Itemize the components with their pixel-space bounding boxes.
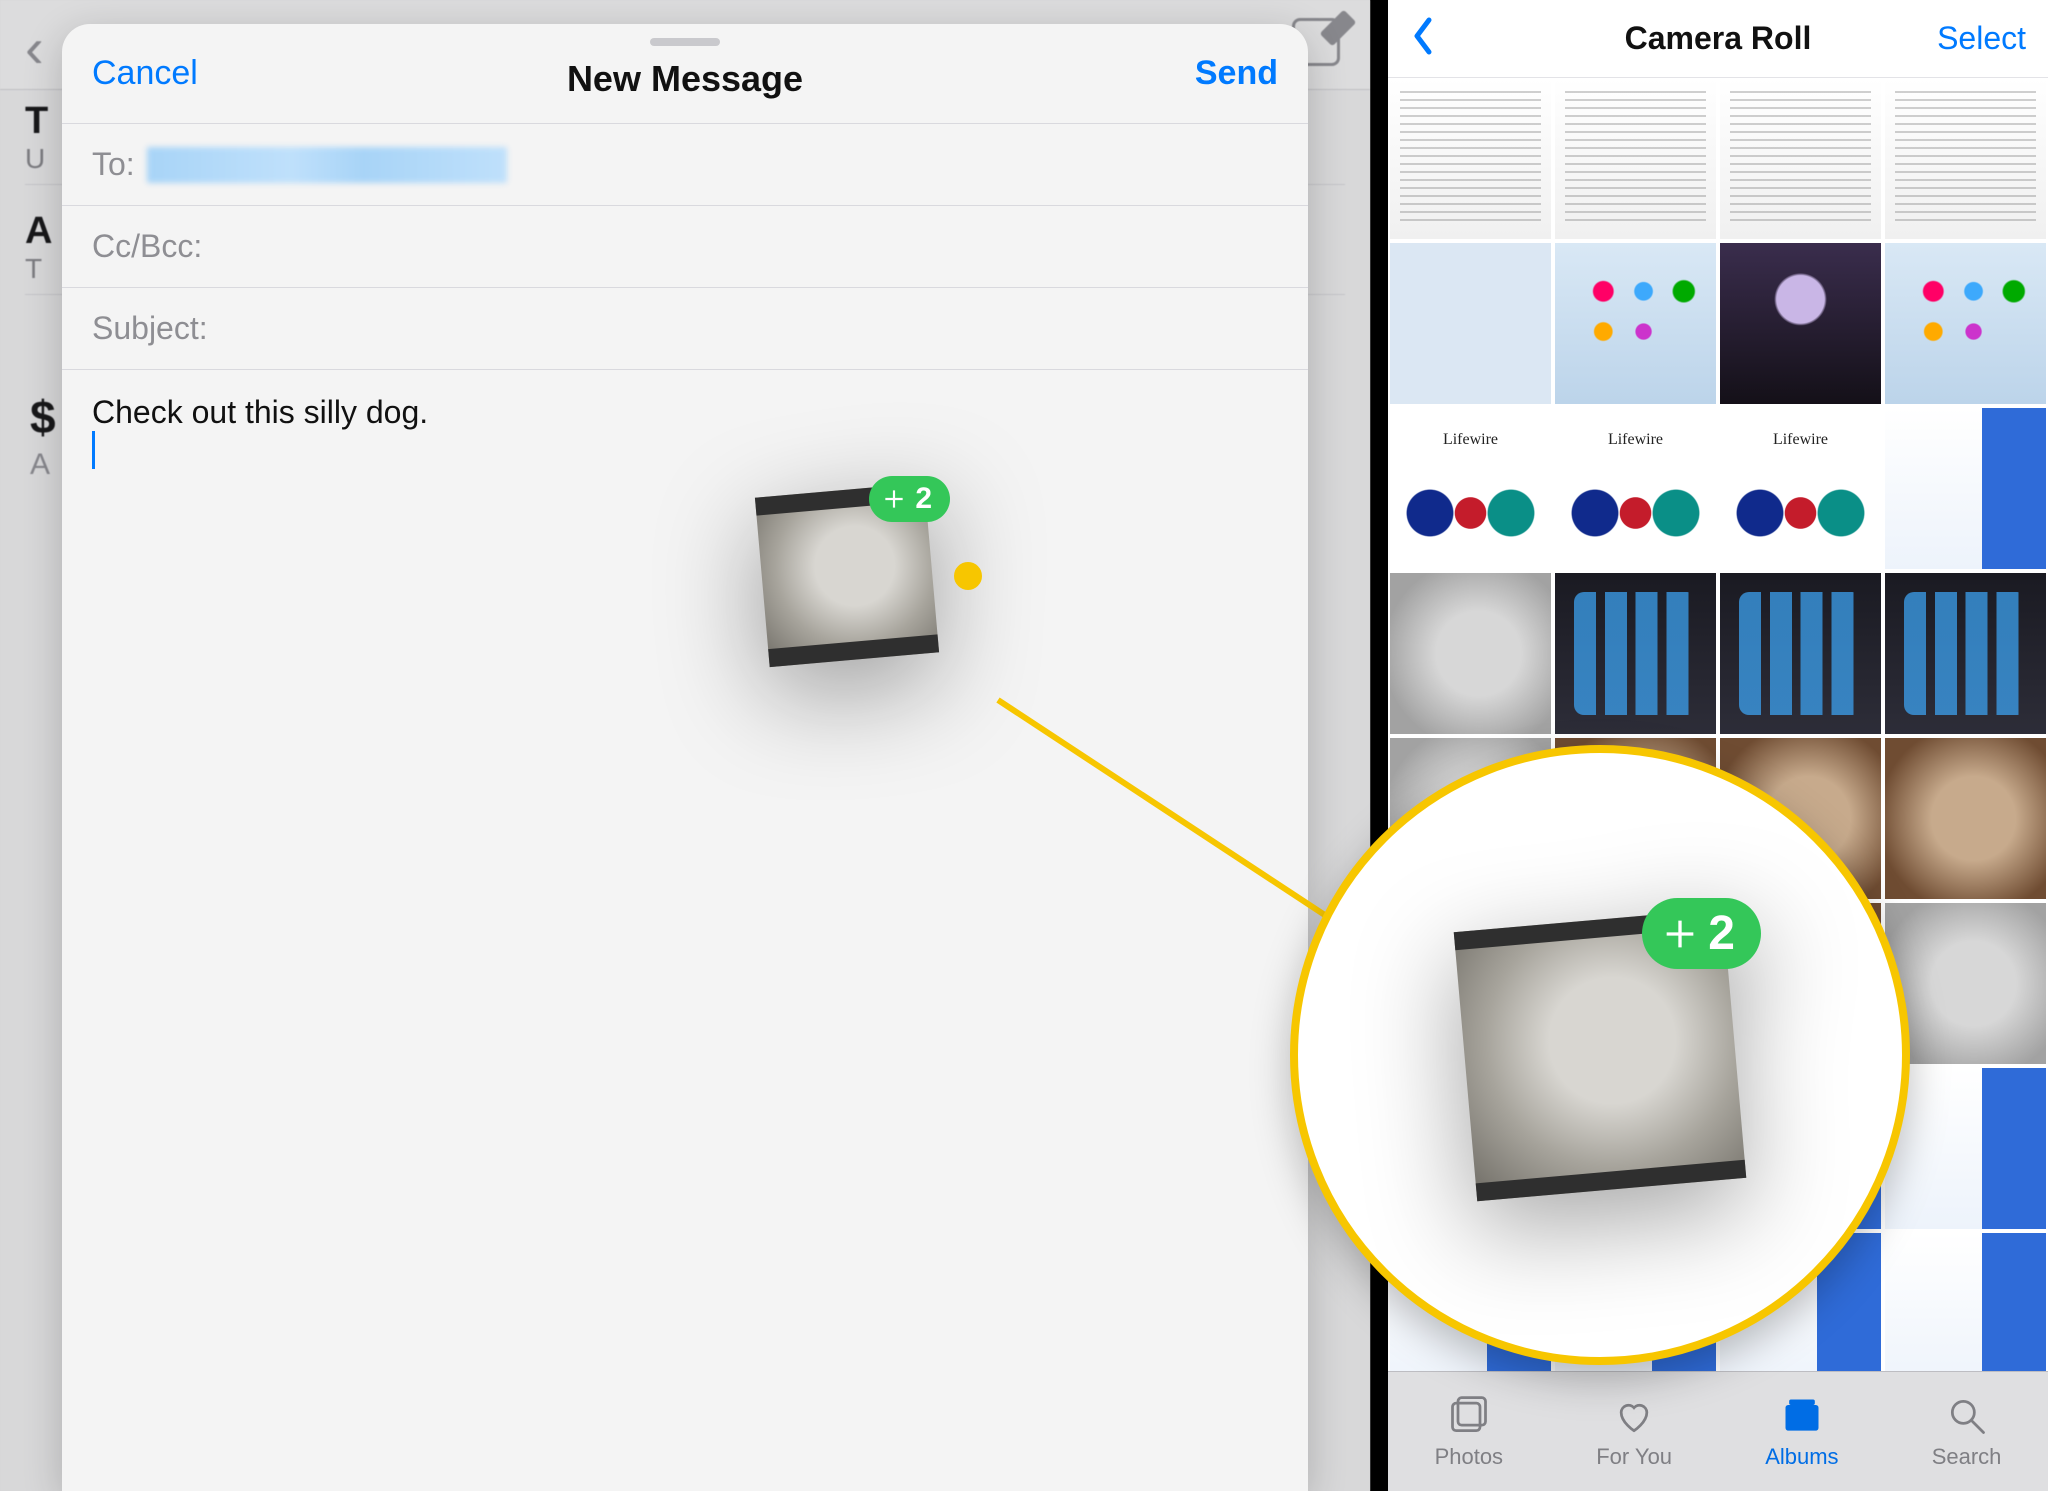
photo-thumb[interactable]: [1885, 573, 2046, 734]
photo-thumb[interactable]: [1885, 738, 2046, 899]
photos-icon: [1447, 1394, 1491, 1438]
to-field[interactable]: To:: [62, 124, 1308, 206]
photo-thumb[interactable]: [1885, 78, 2046, 239]
back-button[interactable]: [1406, 14, 1440, 63]
photos-tabbar: Photos For You Albums Search: [1388, 1371, 2048, 1491]
photo-thumb[interactable]: [1720, 243, 1881, 404]
photo-thumb[interactable]: [1555, 243, 1716, 404]
drag-count-badge: 2: [869, 476, 950, 522]
to-label: To:: [92, 146, 135, 183]
albums-icon: [1780, 1394, 1824, 1438]
drag-count: 2: [1708, 906, 1735, 961]
tab-label: Albums: [1765, 1444, 1838, 1470]
tab-label: For You: [1596, 1444, 1672, 1470]
photos-header: Camera Roll Select: [1388, 0, 2048, 78]
photo-thumb[interactable]: [1720, 78, 1881, 239]
compose-body[interactable]: Check out this silly dog. 2: [62, 370, 1308, 1491]
photos-title: Camera Roll: [1625, 20, 1812, 57]
tab-label: Search: [1932, 1444, 2002, 1470]
compose-title: New Message: [567, 48, 803, 100]
to-value-redacted: [147, 147, 507, 183]
mail-app: ‹ T U A T $ A Cancel New Message Send To…: [0, 0, 1370, 1491]
photo-thumb[interactable]: [1390, 243, 1551, 404]
photo-thumb[interactable]: [1720, 573, 1881, 734]
tab-label: Photos: [1435, 1444, 1504, 1470]
photo-thumb[interactable]: [1885, 408, 2046, 569]
plus-icon: [881, 486, 907, 512]
plus-icon: [1660, 914, 1700, 954]
drag-count-badge: 2: [1642, 898, 1761, 969]
photo-thumb[interactable]: [1390, 408, 1551, 569]
photo-thumb[interactable]: [1555, 78, 1716, 239]
ccbcc-field[interactable]: Cc/Bcc:: [62, 206, 1308, 288]
photo-thumb[interactable]: [1390, 78, 1551, 239]
photo-thumb[interactable]: [1555, 573, 1716, 734]
subject-label: Subject:: [92, 310, 208, 347]
compose-header: Cancel New Message Send: [62, 24, 1308, 124]
drag-count: 2: [915, 482, 932, 516]
zoom-callout: 2: [1290, 745, 1910, 1365]
cancel-button[interactable]: Cancel: [92, 54, 198, 93]
tab-albums[interactable]: Albums: [1765, 1394, 1838, 1470]
tab-search[interactable]: Search: [1932, 1394, 2002, 1470]
select-button[interactable]: Select: [1937, 20, 2026, 57]
callout-anchor: [954, 562, 982, 590]
chevron-left-icon: [1406, 14, 1440, 58]
search-icon: [1945, 1394, 1989, 1438]
foryou-icon: [1612, 1394, 1656, 1438]
sheet-grabber[interactable]: [650, 38, 720, 46]
photo-thumb[interactable]: [1555, 408, 1716, 569]
photo-thumb[interactable]: [1390, 573, 1551, 734]
dragged-photo[interactable]: 2: [762, 490, 932, 660]
subject-field[interactable]: Subject:: [62, 288, 1308, 370]
send-button[interactable]: Send: [1195, 54, 1278, 93]
photo-thumb[interactable]: [1720, 408, 1881, 569]
tab-photos[interactable]: Photos: [1435, 1394, 1504, 1470]
compose-sheet: Cancel New Message Send To: Cc/Bcc: Subj…: [62, 24, 1308, 1491]
tab-foryou[interactable]: For You: [1596, 1394, 1672, 1470]
photo-thumb[interactable]: [1885, 1233, 2046, 1371]
ccbcc-label: Cc/Bcc:: [92, 228, 202, 265]
photo-thumb[interactable]: [1885, 1068, 2046, 1229]
text-caret: [92, 431, 95, 469]
photo-thumb[interactable]: [1885, 243, 2046, 404]
dragged-photo-zoom: 2: [1465, 920, 1735, 1190]
body-text: Check out this silly dog.: [92, 394, 1278, 431]
